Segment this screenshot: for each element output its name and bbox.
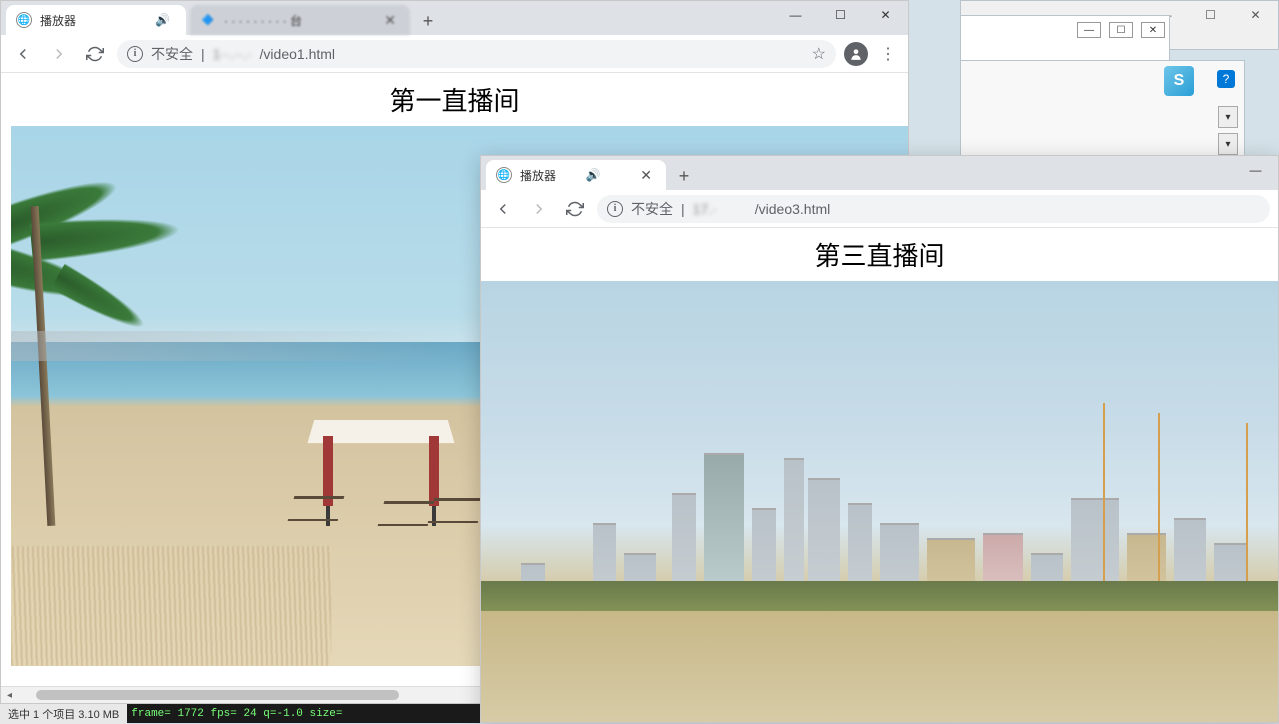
browser-window-2: 🌐 播放器 🔊 ✕ + — i 不安全 | 17.· /video3.html … <box>480 155 1279 723</box>
address-bar[interactable]: i 不安全 | 17.· /video3.html <box>597 195 1270 223</box>
new-tab-button[interactable]: + <box>414 7 442 35</box>
globe-icon: 🌐 <box>496 167 512 183</box>
audio-icon[interactable]: 🔊 <box>586 168 601 182</box>
reload-button[interactable] <box>561 195 589 223</box>
separator: | <box>201 46 205 62</box>
url-path: /video3.html <box>755 201 830 217</box>
page-heading: 第三直播间 <box>481 228 1278 281</box>
globe-icon: 🌐 <box>16 12 32 28</box>
city-video-frame <box>481 281 1278 722</box>
bg-mid-min-button[interactable]: — <box>1077 22 1101 38</box>
url-path: /video1.html <box>260 46 335 62</box>
ffmpeg-output: frame= 1772 fps= 24 q=-1.0 size= <box>131 708 342 720</box>
close-icon[interactable]: ✕ <box>636 167 656 184</box>
favicon-icon: 🔷 <box>200 12 216 28</box>
app-logo-icon: S <box>1164 66 1194 96</box>
dropdown-arrow-icon[interactable]: ▾ <box>1218 106 1238 128</box>
bg-close-button[interactable]: ✕ <box>1233 1 1278 29</box>
info-icon[interactable]: i <box>127 46 143 62</box>
explorer-selection: 选中 1 个项目 3.10 MB <box>0 704 127 724</box>
minimize-button[interactable]: — <box>773 1 818 29</box>
tab-player[interactable]: 🌐 播放器 🔊 ✕ <box>486 160 666 190</box>
security-label: 不安全 <box>631 199 673 219</box>
tab-player[interactable]: 🌐 播放器 🔊 <box>6 5 186 35</box>
dropdown-arrow-icon[interactable]: ▾ <box>1218 133 1238 155</box>
tab-secondary[interactable]: 🔷 · · · · · · · · · 台 ✕ <box>190 5 410 35</box>
close-button[interactable]: ✕ <box>863 1 908 29</box>
forward-button[interactable] <box>525 195 553 223</box>
address-bar[interactable]: i 不安全 | 1··.··.· /video1.html ☆ <box>117 40 836 68</box>
url-host: 1··.··.· <box>213 46 252 62</box>
info-icon[interactable]: i <box>607 201 623 217</box>
video-player[interactable] <box>481 281 1278 722</box>
maximize-button[interactable]: ☐ <box>818 1 863 29</box>
security-label: 不安全 <box>151 44 193 64</box>
help-icon[interactable]: ? <box>1217 70 1235 88</box>
tab-title: · · · · · · · · · 台 <box>224 12 302 29</box>
tab-bar: 🌐 播放器 🔊 ✕ + — <box>481 156 1278 190</box>
minimize-button[interactable]: — <box>1233 156 1278 184</box>
bg-maximize-button[interactable]: ☐ <box>1188 1 1233 29</box>
back-button[interactable] <box>9 40 37 68</box>
tab-bar: 🌐 播放器 🔊 🔷 · · · · · · · · · 台 ✕ + — ☐ ✕ <box>1 1 908 35</box>
scroll-thumb[interactable] <box>36 690 399 700</box>
page-heading: 第一直播间 <box>1 73 908 126</box>
close-icon[interactable]: ✕ <box>380 12 400 29</box>
forward-button[interactable] <box>45 40 73 68</box>
tab-title: 播放器 <box>520 167 556 184</box>
toolbar: i 不安全 | 1··.··.· /video1.html ☆ ⋮ <box>1 35 908 73</box>
new-tab-button[interactable]: + <box>670 162 698 190</box>
scroll-left-icon[interactable]: ◂ <box>1 687 18 704</box>
back-button[interactable] <box>489 195 517 223</box>
url-host: 17.· <box>693 201 717 217</box>
status-bar: 选中 1 个项目 3.10 MB frame= 1772 fps= 24 q=-… <box>0 704 480 723</box>
profile-avatar-icon[interactable] <box>844 42 868 66</box>
page-content: 第三直播间 <box>481 228 1278 722</box>
separator: | <box>681 201 685 217</box>
menu-button[interactable]: ⋮ <box>876 44 900 64</box>
toolbar: i 不安全 | 17.· /video3.html <box>481 190 1278 228</box>
bg-mid-max-button[interactable]: ☐ <box>1109 22 1133 38</box>
bookmark-star-icon[interactable]: ☆ <box>812 44 826 64</box>
audio-icon[interactable]: 🔊 <box>155 13 170 27</box>
tab-title: 播放器 <box>40 12 76 29</box>
bg-mid-close-button[interactable]: ✕ <box>1141 22 1165 38</box>
reload-button[interactable] <box>81 40 109 68</box>
